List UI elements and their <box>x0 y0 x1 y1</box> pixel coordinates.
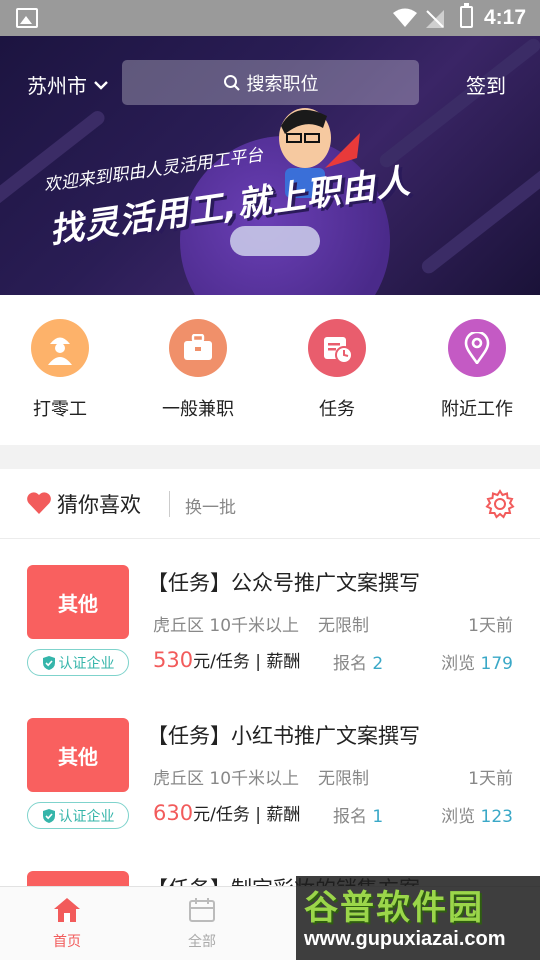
divider <box>169 491 170 517</box>
watermark-name: 谷普软件园 <box>304 888 484 928</box>
refresh-batch-button[interactable]: 换一批 <box>185 493 236 518</box>
section-divider <box>0 445 540 469</box>
enroll-label: 报名 <box>333 654 367 674</box>
job-price: 630元/任务 | 薪酬 <box>153 800 300 825</box>
certified-badge: 认证企业 <box>27 802 129 829</box>
city-selector[interactable]: 苏州市 <box>27 70 109 99</box>
enroll-count: 2 <box>372 654 384 674</box>
recommend-header: 猜你喜欢 换一批 <box>0 469 540 539</box>
job-views: 浏览 179 <box>441 649 513 674</box>
job-location: 虎丘区 10千米以上 <box>153 769 300 789</box>
certified-badge: 认证企业 <box>27 649 129 676</box>
location-pin-icon <box>448 319 506 377</box>
job-card[interactable]: 其他 认证企业 【任务】小红书推广文案撰写 虎丘区 10千米以上 无限制 1天前… <box>0 718 540 871</box>
price-value: 530 <box>153 648 194 672</box>
shield-check-icon <box>42 655 55 670</box>
job-category-tag: 其他 <box>27 565 129 639</box>
views-count: 179 <box>480 654 513 674</box>
job-enroll: 报名 2 <box>333 649 383 674</box>
job-limit: 无限制 <box>318 769 369 789</box>
job-views: 浏览 123 <box>441 802 513 827</box>
price-value: 630 <box>153 801 194 825</box>
job-posted-time: 1天前 <box>468 769 513 789</box>
home-icon <box>54 898 80 922</box>
job-category-tag <box>27 871 129 886</box>
search-placeholder: 搜索职位 <box>246 73 319 95</box>
job-title: 【任务】小红书推广文案撰写 <box>147 724 420 748</box>
certified-label: 认证企业 <box>58 808 115 825</box>
price-unit: 元/任务 | 薪酬 <box>193 652 301 672</box>
job-card[interactable]: 其他 认证企业 【任务】公众号推广文案撰写 虎丘区 10千米以上 无限制 1天前… <box>0 565 540 718</box>
category-task[interactable]: 任务 <box>277 319 397 421</box>
views-label: 浏览 <box>441 807 476 827</box>
category-grid: 打零工 一般兼职 任务 附近工作 <box>0 295 540 445</box>
no-signal-icon <box>426 10 444 28</box>
price-unit: 元/任务 | 薪酬 <box>193 805 301 825</box>
gear-icon[interactable] <box>485 489 515 519</box>
tab-home[interactable]: 首页 <box>22 897 112 951</box>
job-limit: 无限制 <box>318 616 369 636</box>
views-count: 123 <box>480 807 513 827</box>
image-notification-icon <box>16 8 38 28</box>
category-label: 打零工 <box>33 399 87 420</box>
heart-icon <box>27 492 51 514</box>
enroll-count: 1 <box>372 807 384 827</box>
banner-streak <box>419 129 540 277</box>
watermark-url: www.gupuxiazai.com <box>304 928 506 950</box>
category-odd-jobs[interactable]: 打零工 <box>0 319 120 421</box>
views-label: 浏览 <box>441 654 476 674</box>
recommend-title: 猜你喜欢 <box>57 493 141 517</box>
category-part-time[interactable]: 一般兼职 <box>138 319 258 421</box>
briefcase-icon <box>169 319 227 377</box>
shield-check-icon <box>42 808 55 823</box>
chevron-down-icon <box>94 80 108 90</box>
banner-cloud <box>230 226 320 256</box>
list-icon <box>189 898 215 922</box>
banner[interactable]: 苏州市 搜索职位 签到 欢迎来到职由人灵活用工平台 找灵活用工,就上职由人 <box>0 36 540 295</box>
search-icon <box>223 74 240 91</box>
task-calendar-icon <box>308 319 366 377</box>
site-watermark: 谷普软件园 www.gupuxiazai.com <box>296 876 540 960</box>
battery-icon <box>460 3 473 28</box>
city-name: 苏州市 <box>27 74 87 98</box>
job-location: 虎丘区 10千米以上 <box>153 616 300 636</box>
category-label: 一般兼职 <box>162 399 234 420</box>
job-price: 530元/任务 | 薪酬 <box>153 647 300 672</box>
signin-button[interactable]: 签到 <box>466 70 506 99</box>
category-label: 附近工作 <box>441 399 513 420</box>
job-posted-time: 1天前 <box>468 616 513 636</box>
search-bar[interactable]: 搜索职位 <box>122 60 419 105</box>
job-category-tag: 其他 <box>27 718 129 792</box>
tab-all[interactable]: 全部 <box>157 897 247 951</box>
job-title: 【任务】公众号推广文案撰写 <box>147 571 420 595</box>
tab-label: 全部 <box>188 934 216 950</box>
worker-icon <box>31 319 89 377</box>
enroll-label: 报名 <box>333 807 367 827</box>
status-bar: 4:17 <box>0 0 540 36</box>
wifi-icon <box>393 8 417 27</box>
category-nearby[interactable]: 附近工作 <box>417 319 537 421</box>
tab-label: 首页 <box>53 934 81 950</box>
category-label: 任务 <box>319 399 355 420</box>
certified-label: 认证企业 <box>58 655 115 672</box>
job-enroll: 报名 1 <box>333 802 383 827</box>
status-time: 4:17 <box>484 6 527 29</box>
